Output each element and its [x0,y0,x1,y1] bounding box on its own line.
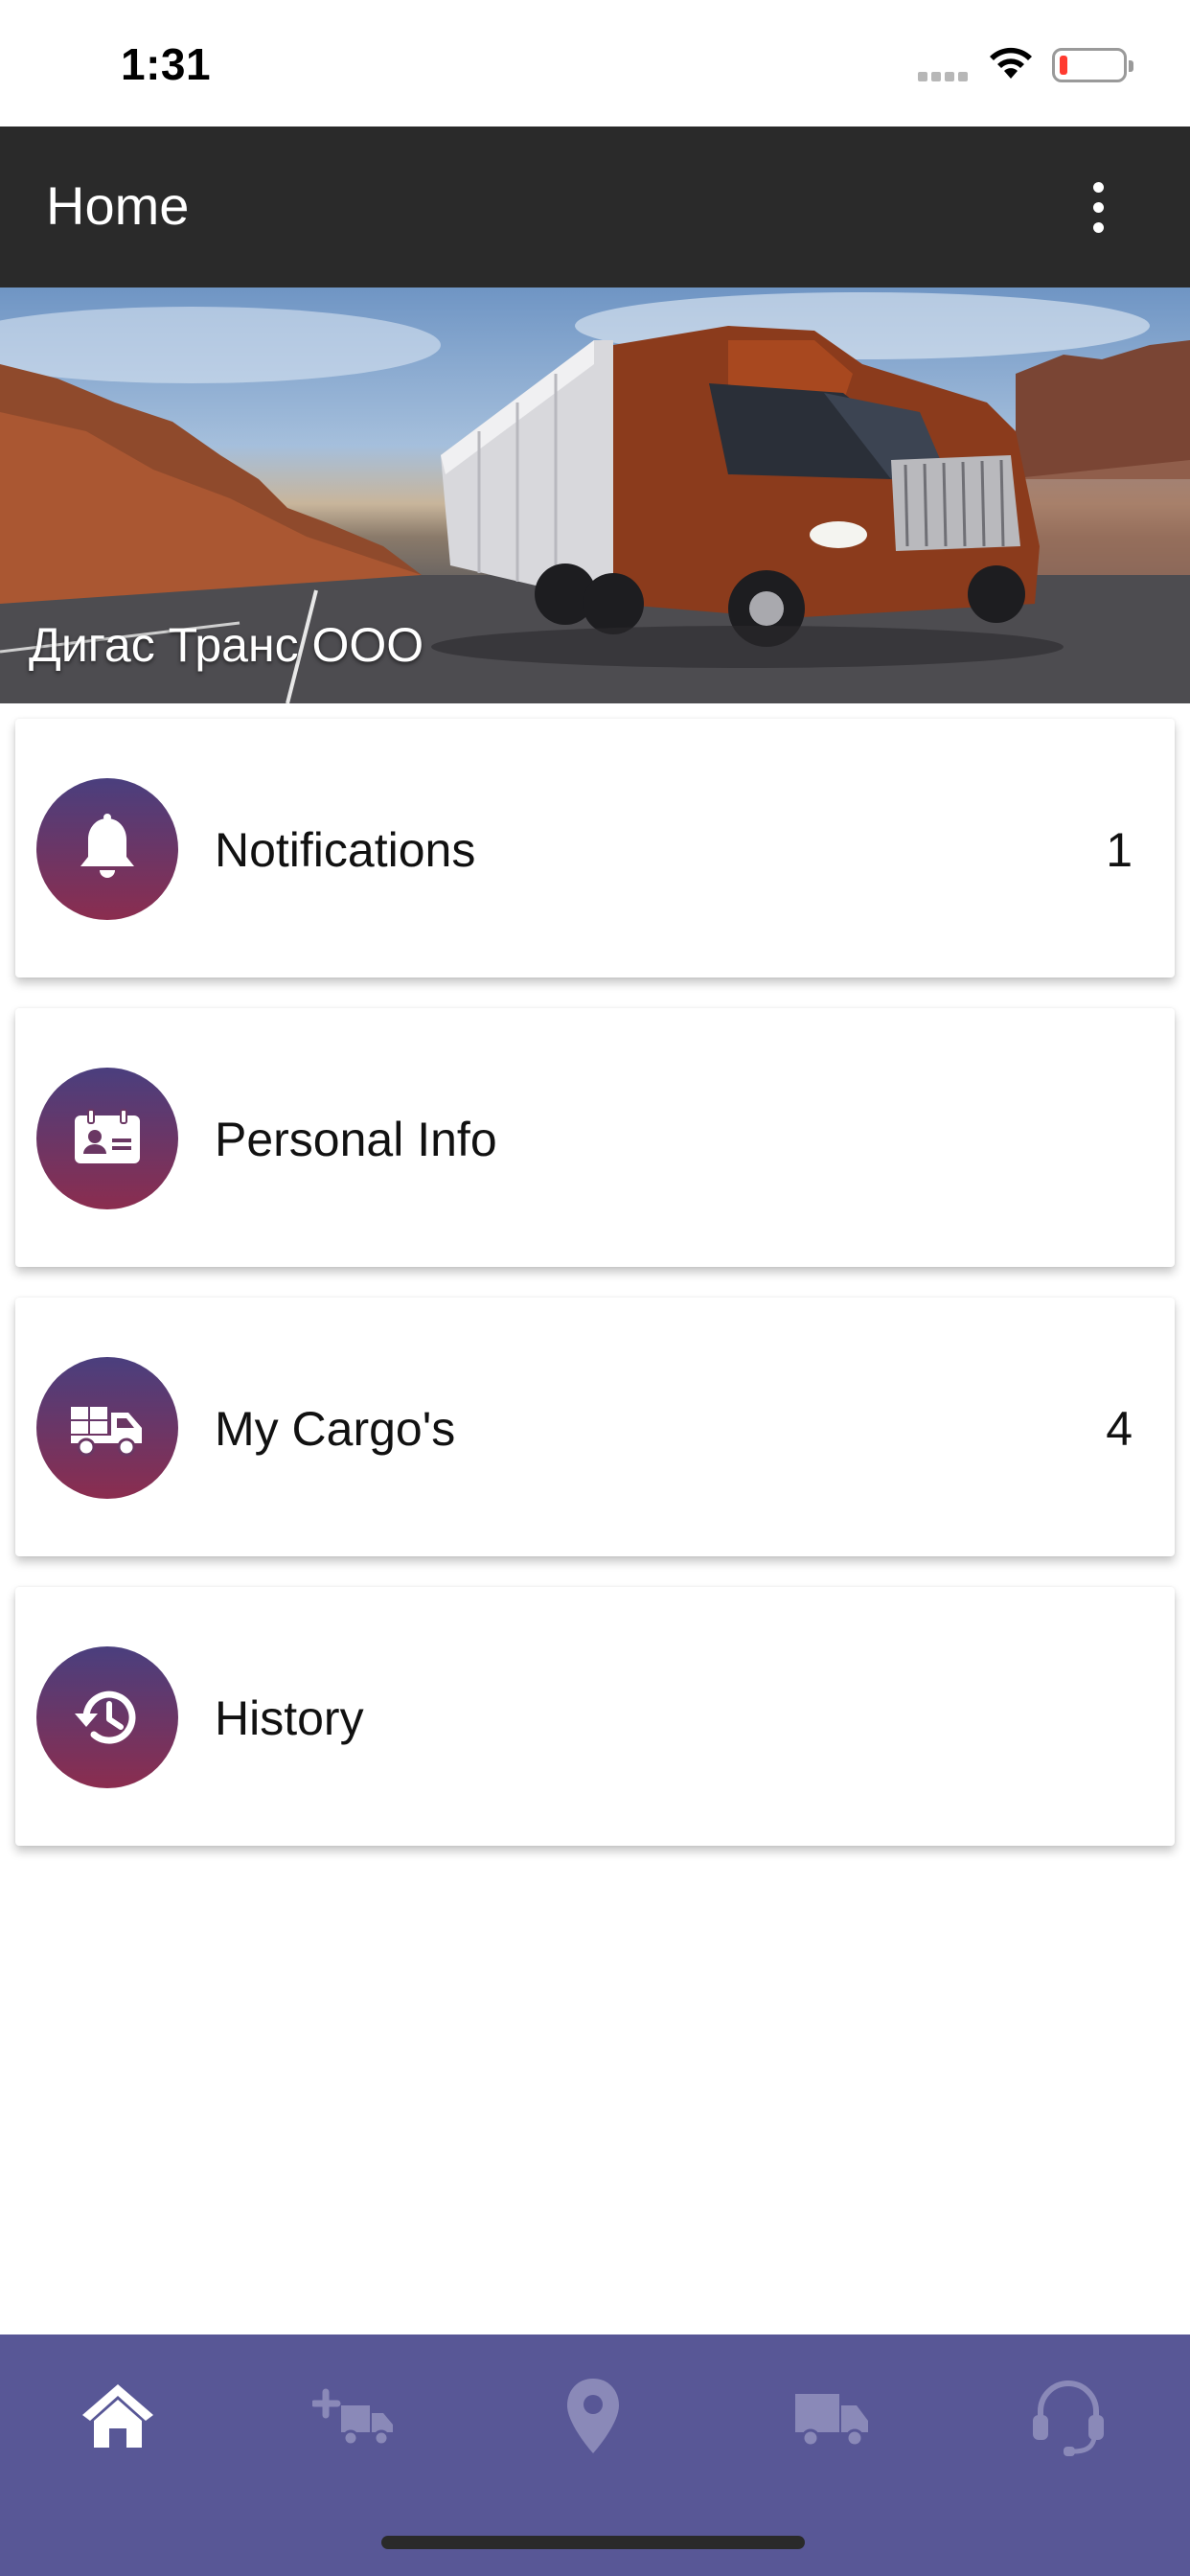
location-pin-icon [567,2379,619,2453]
battery-icon [1052,48,1133,82]
nav-trucks[interactable] [788,2373,874,2459]
add-truck-icon [310,2388,393,2447]
status-time: 1:31 [121,39,212,89]
nav-support[interactable] [1025,2373,1111,2459]
bell-icon [80,814,134,878]
nav-map[interactable] [550,2373,636,2459]
cargos-count: 4 [1106,1402,1133,1456]
id-card-icon [75,1109,140,1163]
truck-icon [795,2394,868,2448]
menu-card-personal-info[interactable]: Personal Info [15,1008,1175,1267]
company-name: Дигас Транс ООО [29,618,424,672]
menu-card-label: History [215,1691,364,1745]
nav-home[interactable] [75,2373,161,2459]
status-bar: 1:31 [0,0,1190,126]
menu-card-notifications[interactable]: Notifications 1 [15,719,1175,978]
notifications-count: 1 [1106,823,1133,877]
cellular-signal-icon [918,69,972,81]
history-icon-circle [36,1646,178,1788]
menu-card-label: Notifications [215,823,476,877]
wifi-icon [990,47,1032,79]
headset-icon [1033,2380,1104,2456]
cargo-icon-circle [36,1357,178,1499]
personal-info-icon-circle [36,1068,178,1209]
menu-card-my-cargos[interactable]: My Cargo's 4 [15,1298,1175,1556]
menu-card-label: My Cargo's [215,1402,456,1456]
notifications-icon-circle [36,778,178,920]
page-title: Home [46,175,190,236]
menu-card-label: Personal Info [215,1113,497,1166]
cargo-truck-icon [71,1407,142,1457]
nav-add-cargo[interactable] [310,2373,399,2459]
home-indicator [381,2536,805,2549]
menu-card-history[interactable]: History [15,1587,1175,1846]
home-icon [82,2384,153,2448]
app-bar: Home [0,126,1190,288]
header-banner: Дигас Транс ООО [0,288,1190,703]
more-options-icon[interactable] [1079,176,1117,238]
history-icon [75,1690,136,1744]
